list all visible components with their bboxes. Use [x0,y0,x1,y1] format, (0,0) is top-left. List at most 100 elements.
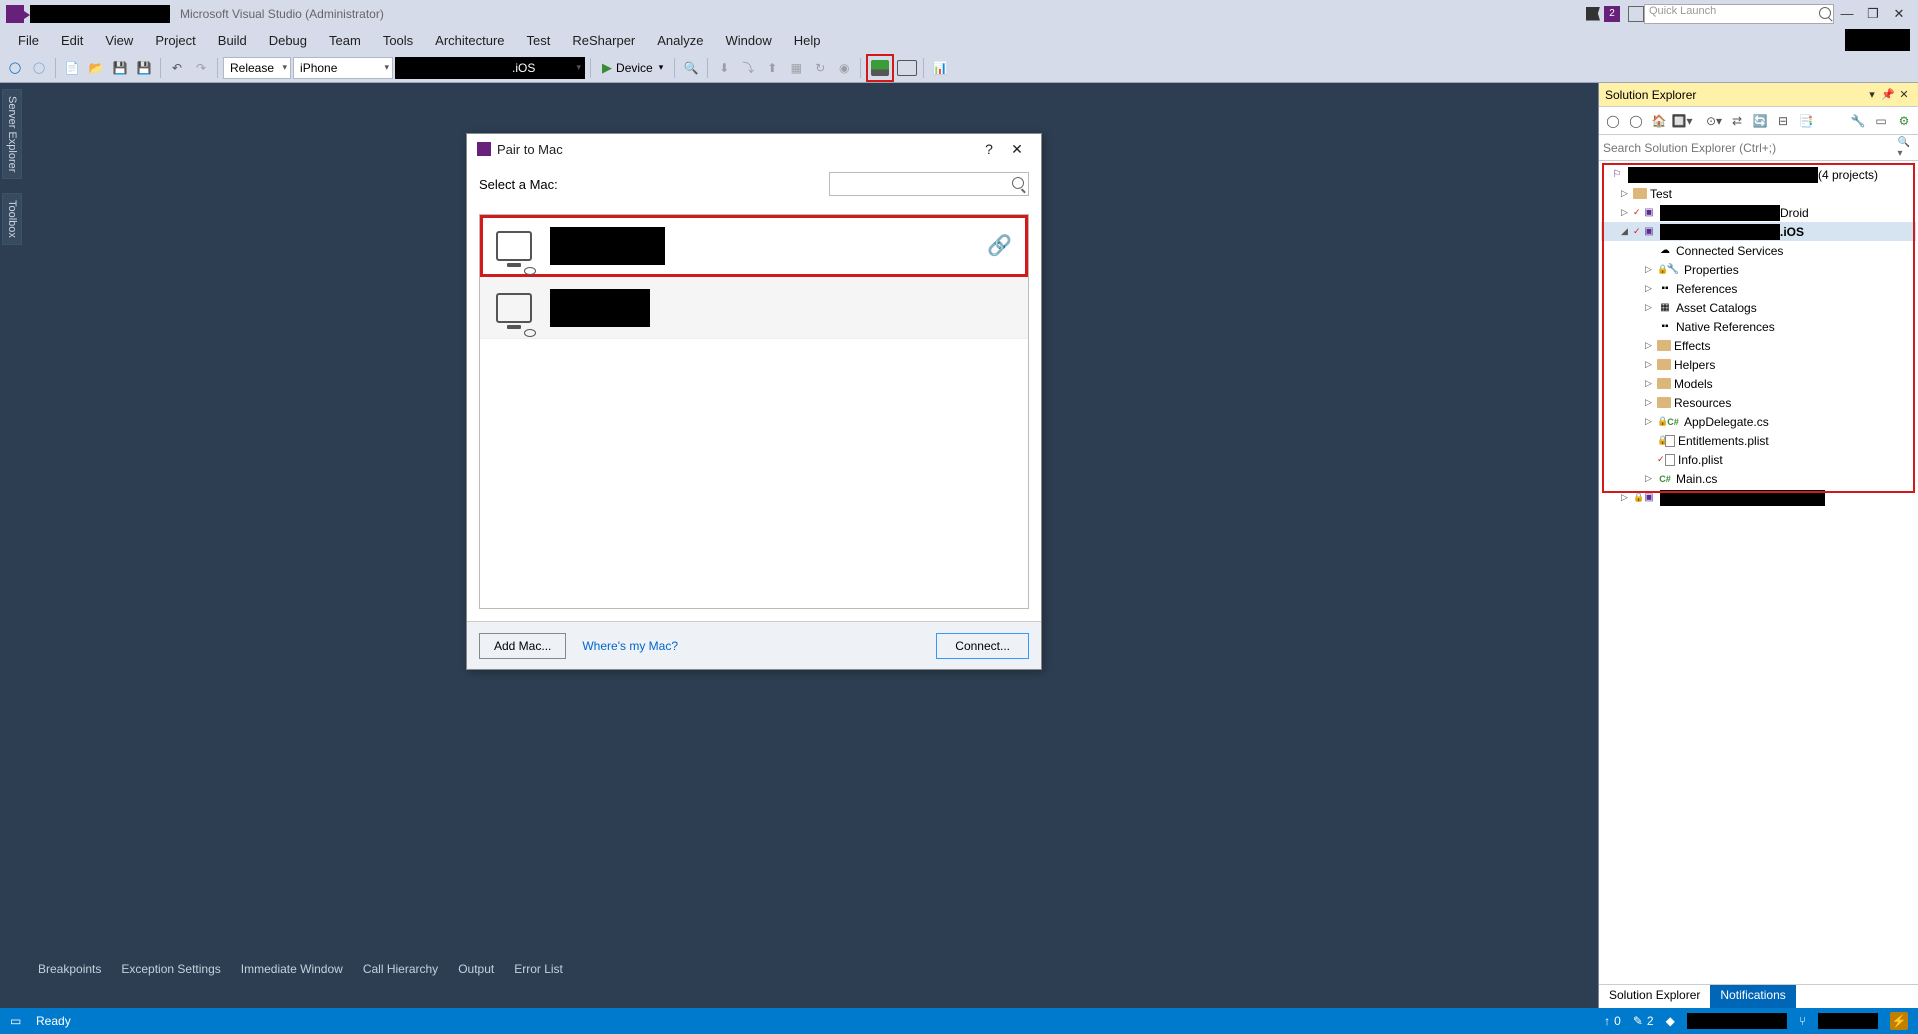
notification-flag[interactable]: 2 [1586,6,1620,22]
solution-node[interactable]: ⚐ (4 projects) [1601,165,1916,184]
restore-button[interactable]: ❐ [1860,4,1886,24]
close-button[interactable]: ✕ [1886,4,1912,24]
menu-analyze[interactable]: Analyze [647,30,713,51]
expand-icon[interactable]: ▷ [1645,302,1657,313]
expand-icon[interactable]: ▷ [1645,416,1657,427]
menu-edit[interactable]: Edit [51,30,93,51]
menu-resharper[interactable]: ReSharper [562,30,645,51]
effects-folder-node[interactable]: ▷Effects [1601,336,1916,355]
refresh-button[interactable]: 🔄 [1750,111,1770,131]
stop-icon[interactable]: ◉ [833,57,855,79]
references-node[interactable]: ▷▪▪References [1601,279,1916,298]
native-references-node[interactable]: ▪▪Native References [1601,317,1916,336]
pending-changes[interactable]: 2 [1633,1014,1654,1028]
tab-exception-settings[interactable]: Exception Settings [113,958,228,980]
tab-breakpoints[interactable]: Breakpoints [30,958,109,980]
show-all-files-button[interactable]: 📑 [1796,111,1816,131]
platform-dropdown[interactable]: iPhone [293,57,393,79]
undo-button[interactable]: ↶ [166,57,188,79]
menu-project[interactable]: Project [145,30,205,51]
find-in-files-button[interactable]: 🔍 [680,57,702,79]
solution-search[interactable]: 🔍▾ [1599,135,1918,161]
project-droid-node[interactable]: ▷ ✓ ▣ Droid [1601,203,1916,222]
expand-icon[interactable]: ▷ [1621,492,1633,503]
mac-search-input[interactable] [829,172,1029,196]
redo-button[interactable]: ↷ [190,57,212,79]
menu-tools[interactable]: Tools [373,30,423,51]
back-button[interactable]: ◯ [1603,111,1623,131]
device-log-button[interactable]: 📊 [929,57,951,79]
ios-simulator-button[interactable] [896,57,918,79]
expand-icon[interactable]: ▷ [1645,283,1657,294]
dialog-close-button[interactable]: ✕ [1003,141,1031,158]
toolbox-tab[interactable]: Toolbox [2,193,22,245]
save-button[interactable]: 💾 [109,57,131,79]
restart-icon[interactable]: ↻ [809,57,831,79]
tab-error-list[interactable]: Error List [506,958,571,980]
menu-view[interactable]: View [95,30,143,51]
pending-changes-filter[interactable]: ⊙▾ [1704,111,1724,131]
tab-notifications[interactable]: Notifications [1710,985,1795,1008]
tab-output[interactable]: Output [450,958,502,980]
home-button[interactable]: 🏠 [1649,111,1669,131]
open-file-button[interactable]: 📂 [85,57,107,79]
expand-icon[interactable]: ▷ [1621,188,1633,199]
forward-button[interactable]: ◯ [1626,111,1646,131]
models-folder-node[interactable]: ▷Models [1601,374,1916,393]
menu-build[interactable]: Build [208,30,257,51]
configuration-dropdown[interactable]: Release [223,57,291,79]
auto-hide-button[interactable]: 📌 [1880,88,1896,101]
add-mac-button[interactable]: Add Mac... [479,633,566,659]
redacted-account[interactable] [1845,29,1910,51]
help-button[interactable]: ? [975,141,1003,157]
step-into-icon[interactable]: ⬇ [713,57,735,79]
expand-icon[interactable]: ▷ [1621,207,1633,218]
properties-node[interactable]: ▷🔒🔧Properties [1601,260,1916,279]
properties-button[interactable]: 🔧 [1848,111,1868,131]
mac-list-item[interactable]: 🔗 [480,215,1028,277]
menu-window[interactable]: Window [716,30,782,51]
quick-launch-input[interactable]: Quick Launch [1644,4,1834,24]
toolbox-icon[interactable]: ▦ [785,57,807,79]
resharper-status-icon[interactable]: ⚡ [1890,1012,1908,1030]
start-debug-button[interactable]: ▶Device▾ [596,57,669,79]
step-out-icon[interactable]: ⬆ [761,57,783,79]
tab-immediate-window[interactable]: Immediate Window [233,958,351,980]
sync-active-doc-button[interactable]: ⇄ [1727,111,1747,131]
tab-solution-explorer[interactable]: Solution Explorer [1599,985,1710,1008]
resharper-button[interactable]: ⚙ [1894,111,1914,131]
preview-button[interactable]: ▭ [1871,111,1891,131]
panel-close-button[interactable]: ✕ [1896,88,1912,101]
expand-icon[interactable]: ▷ [1645,378,1657,389]
collapse-icon[interactable]: ◢ [1621,226,1633,237]
repository-button[interactable]: ◆ [1666,1014,1675,1028]
step-over-icon[interactable]: ⤵ [737,57,759,79]
nav-forward-button[interactable]: ◯ [28,57,50,79]
scope-button[interactable]: 🔲▾ [1672,111,1692,131]
save-all-button[interactable]: 💾 [133,57,155,79]
feedback-icon[interactable] [1628,6,1644,22]
menu-team[interactable]: Team [319,30,371,51]
main-cs-file-node[interactable]: ▷C#Main.cs [1601,469,1916,488]
mac-list-item[interactable] [480,277,1028,339]
expand-icon[interactable]: ▷ [1645,397,1657,408]
expand-icon[interactable]: ▷ [1645,340,1657,351]
expand-icon[interactable]: ▷ [1645,473,1657,484]
startup-project-dropdown[interactable]: .iOS [395,57,585,79]
server-explorer-tab[interactable]: Server Explorer [2,89,22,179]
unpushed-commits[interactable]: 0 [1604,1014,1621,1028]
window-position-dropdown[interactable]: ▾ [1864,88,1880,101]
entitlements-file-node[interactable]: 🔒Entitlements.plist [1601,431,1916,450]
pair-to-mac-button[interactable] [869,57,891,79]
resources-folder-node[interactable]: ▷Resources [1601,393,1916,412]
branch-button[interactable]: ⑂ [1799,1014,1806,1028]
project-node[interactable]: ▷ 🔒 ▣ [1601,488,1916,507]
tab-call-hierarchy[interactable]: Call Hierarchy [355,958,446,980]
connect-button[interactable]: Connect... [936,633,1029,659]
appdelegate-file-node[interactable]: ▷🔒C#AppDelegate.cs [1601,412,1916,431]
expand-icon[interactable]: ▷ [1645,264,1657,275]
project-test-node[interactable]: ▷ Test [1601,184,1916,203]
wheres-my-mac-link[interactable]: Where's my Mac? [582,639,678,653]
menu-debug[interactable]: Debug [259,30,317,51]
minimize-button[interactable]: — [1834,4,1860,24]
